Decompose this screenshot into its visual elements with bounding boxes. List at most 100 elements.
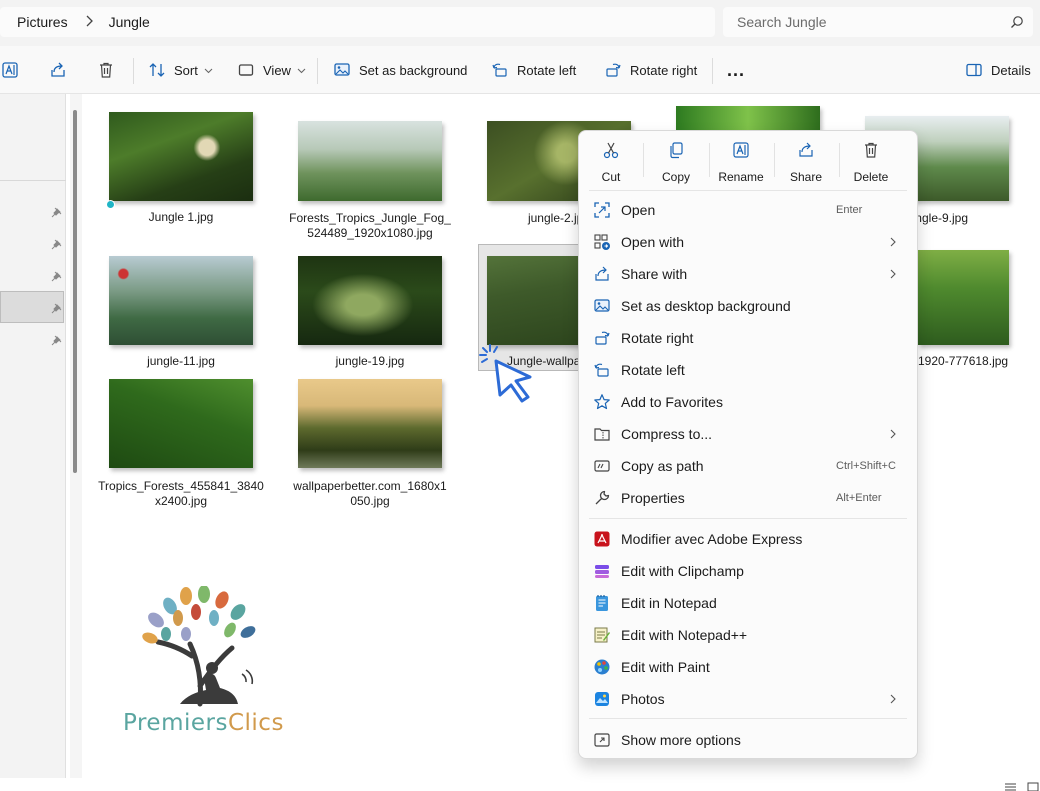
menu-item-show-more-options[interactable]: Show more options [585,724,911,756]
menu-item-set-desktop-background[interactable]: Set as desktop background [585,290,911,322]
desktop-background-icon [594,299,610,312]
pin-icon [51,207,62,218]
nav-divider [0,180,66,181]
file-name-line2: x2400.jpg [154,494,208,508]
see-more-button[interactable]: ... [727,46,745,94]
copy-button[interactable]: Copy [644,141,708,184]
toolbar-separator [317,58,318,84]
delete-icon [865,142,877,158]
share-with-icon [595,266,609,281]
show-more-options-icon [594,733,610,747]
view-toggle-icons[interactable] [1005,781,1040,791]
menu-item-photos[interactable]: Photos [585,683,911,715]
sort-button[interactable]: Sort [148,46,213,94]
menu-label: Properties [621,490,685,506]
rotate-left-icon [492,63,507,77]
menu-label: Edit with Notepad++ [621,627,748,643]
set-background-label: Set as background [359,62,468,78]
command-bar: Sort View Set as background Rotate left … [0,46,1040,94]
menu-item-share-with[interactable]: Share with [585,258,911,290]
breadcrumb-pictures[interactable]: Pictures [17,14,68,30]
pin-icon [51,271,62,282]
cut-button[interactable]: Cut [579,141,643,184]
menu-shortcut: Alt+Enter [836,492,882,504]
menu-item-rotate-right[interactable]: Rotate right [585,322,911,354]
set-background-button[interactable]: Set as background [333,46,467,94]
chevron-right-icon [85,15,93,30]
file-name-line1: Tropics_Forests_455841_3840 [98,479,264,493]
search-input[interactable]: Search Jungle [723,7,1033,37]
menu-divider [589,190,907,191]
file-name: Forests_Tropics_Jungle_Fog_ 524489_1920x… [276,211,464,241]
photos-icon [595,692,609,706]
file-name-line1: Forests_Tropics_Jungle_Fog_ [289,211,451,225]
menu-item-compress-to[interactable]: Compress to... [585,418,911,450]
share-button[interactable] [49,46,75,94]
sync-status-icon [106,200,115,209]
rename-button[interactable]: Rename [709,141,773,184]
file-name-line2: 050.jpg [350,494,390,508]
delete-button[interactable] [97,46,123,94]
menu-item-clipchamp[interactable]: Edit with Clipchamp [585,555,911,587]
pin-icon [51,239,62,250]
paint-icon [594,659,610,675]
scrollbar-thumb[interactable] [73,110,77,473]
details-pane-icon [966,63,982,77]
logo-wordmark: PremiersClics [123,710,284,736]
notepad-icon [596,595,608,611]
address-bar: Pictures Jungle Search Jungle [0,0,1040,46]
breadcrumb-jungle[interactable]: Jungle [109,14,150,30]
sort-icon [149,63,165,77]
file-name-line1: wallpaperbetter.com_1680x1 [293,479,447,493]
mouse-cursor-icon [479,344,532,403]
wrench-icon [595,490,610,505]
menu-item-open[interactable]: Open Enter [585,194,911,226]
clipchamp-icon [595,565,609,578]
view-button[interactable]: View [237,46,306,94]
menu-label: Show more options [621,732,741,748]
rotate-right-button[interactable]: Rotate right [604,46,697,94]
menu-item-add-to-favorites[interactable]: Add to Favorites [585,386,911,418]
menu-label: Open [621,202,656,218]
rotate-left-button[interactable]: Rotate left [491,46,576,94]
context-menu: Cut Copy Rename Share Delete Open Enter … [578,130,918,759]
delete-label: Delete [853,170,889,184]
view-icon [238,64,254,76]
context-quick-actions: Cut Copy Rename Share Delete [579,131,917,189]
menu-shortcut: Ctrl+Shift+C [836,460,896,472]
menu-item-open-with[interactable]: Open with [585,226,911,258]
search-placeholder: Search Jungle [737,14,827,30]
menu-item-copy-as-path[interactable]: Copy as path Ctrl+Shift+C [585,450,911,482]
file-name: Jungle 1.jpg [148,210,214,224]
breadcrumb[interactable]: Pictures Jungle [0,7,715,37]
copy-path-icon [594,460,610,472]
rotate-right-label: Rotate right [630,62,698,78]
share-icon [51,62,65,77]
menu-label: Compress to... [621,426,713,442]
file-thumbnail [298,379,442,468]
menu-label: Edit with Paint [621,659,710,675]
open-icon [594,202,610,218]
details-button[interactable]: Details [965,46,1031,94]
share-button[interactable]: Share [774,141,838,184]
menu-label: Modifier avec Adobe Express [621,531,803,547]
file-name: Tropics_Forests_455841_3840 x2400.jpg [87,479,275,509]
menu-item-paint[interactable]: Edit with Paint [585,651,911,683]
menu-item-rotate-left[interactable]: Rotate left [585,354,911,386]
rename-button[interactable] [1,46,27,94]
menu-divider [589,718,907,719]
menu-shortcut: Enter [836,204,863,216]
view-label: View [263,62,291,78]
menu-label: Copy as path [621,458,704,474]
file-name: 1920-777618.jpg [918,354,1009,368]
menu-item-notepad[interactable]: Edit in Notepad [585,587,911,619]
logo-part2: Clics [227,710,284,736]
menu-item-notepad-plus-plus[interactable]: Edit with Notepad++ [585,619,911,651]
toolbar-separator [712,58,713,84]
share-label: Share [789,170,823,184]
delete-button[interactable]: Delete [839,141,903,184]
file-thumbnail [109,112,253,201]
navigation-pane [0,94,66,778]
menu-item-adobe-express[interactable]: Modifier avec Adobe Express [585,523,911,555]
menu-item-properties[interactable]: Properties Alt+Enter [585,482,911,514]
